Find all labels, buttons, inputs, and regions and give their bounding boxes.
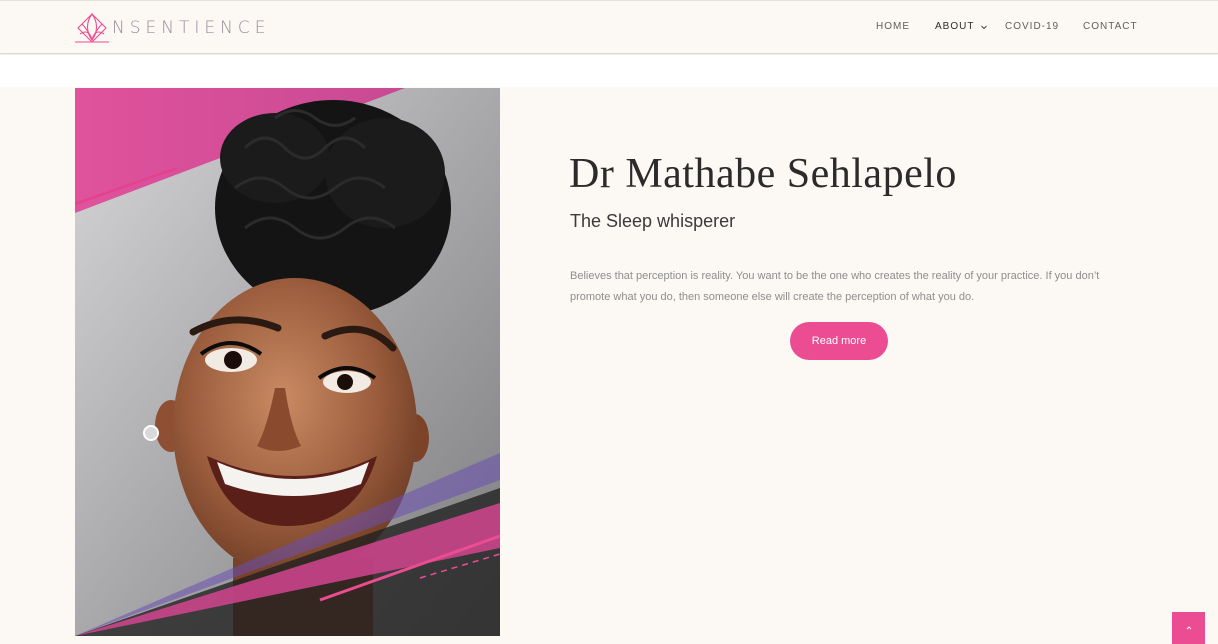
chevron-down-icon[interactable] [979,22,989,32]
nav-about[interactable]: ABOUT [935,19,974,35]
read-more-button[interactable]: Read more [790,322,888,360]
profile-photo [75,88,500,636]
profile-bio: Believes that perception is reality. You… [570,270,1100,303]
nav-home[interactable]: HOME [876,19,910,35]
nav-covid-19[interactable]: COVID-19 [1005,19,1059,35]
profile-name: Dr Mathabe Sehlapelo [569,151,957,197]
chevron-up-icon [1186,626,1191,630]
main-nav: HOME ABOUT COVID-19 CONTACT [0,19,1218,35]
portrait-illustration [75,88,500,636]
site-header: NSENTIENCE HOME ABOUT COVID-19 CONTACT [0,0,1218,54]
profile-subtitle: The Sleep whisperer [570,211,736,231]
nav-contact[interactable]: CONTACT [1083,19,1138,35]
header-spacer [0,55,1218,87]
scroll-to-top-button[interactable] [1172,612,1205,644]
